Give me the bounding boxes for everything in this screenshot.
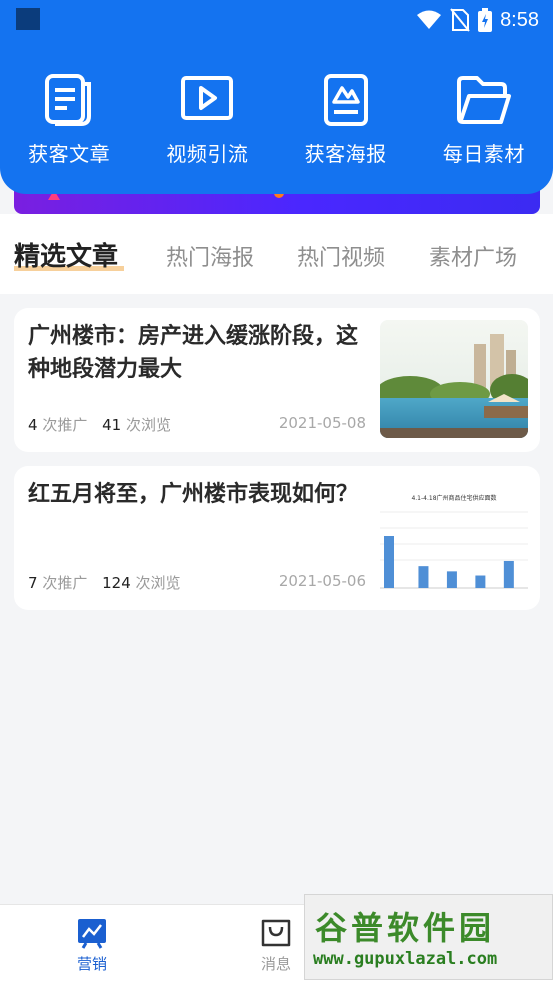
quick-action-materials[interactable]: 每日素材 <box>415 70 553 167</box>
quick-action-label: 视频引流 <box>166 142 249 166</box>
video-play-icon <box>177 70 237 130</box>
thumbnail-chart-bar <box>475 575 486 588</box>
notification-icon <box>16 8 40 30</box>
tab-hot-posters[interactable]: 热门海报 <box>166 240 254 272</box>
content-tabs: 精选文章 热门海报 热门视频 素材广场 <box>0 214 553 294</box>
watermark: 谷普软件园 www.gupuxlazal.com <box>304 894 553 980</box>
quick-actions: 获客文章 视频引流 获客海报 每日素材 <box>0 70 553 167</box>
article-title: 红五月将至，广州楼市表现如何？ <box>28 482 359 507</box>
status-icons: 8:58 <box>416 7 539 33</box>
marketing-icon <box>78 919 106 949</box>
no-sim-icon <box>450 8 470 32</box>
tab-material-plaza[interactable]: 素材广场 <box>429 240 517 272</box>
document-icon <box>39 70 99 130</box>
article-stats: 7 次推广 124 次浏览 <box>28 572 181 593</box>
thumbnail-chart-bar <box>418 566 429 588</box>
view-label: 次浏览 <box>135 574 181 592</box>
shopping-bag-icon <box>261 919 291 947</box>
quick-action-video[interactable]: 视频引流 <box>138 70 276 167</box>
article-card[interactable]: 广州楼市：房产进入缓涨阶段，这种地段潜力最大 4 次推广 41 次浏览 2021… <box>14 308 540 452</box>
watermark-title: 谷普软件园 <box>315 909 496 947</box>
nav-label: 营销 <box>76 955 107 973</box>
article-date: 2021-05-06 <box>278 572 366 590</box>
battery-icon <box>478 8 493 32</box>
tab-hot-videos[interactable]: 热门视频 <box>297 240 385 272</box>
nav-marketing[interactable]: 营销 <box>47 917 137 974</box>
folder-icon <box>454 70 514 130</box>
article-stats: 4 次推广 41 次浏览 <box>28 414 171 435</box>
status-bar: 8:58 <box>0 0 553 40</box>
nav-label: 消息 <box>260 955 291 973</box>
quick-action-label: 获客文章 <box>28 142 111 166</box>
header: 8:58 获客文章 视频引流 获客海报 每日素材 <box>0 0 553 194</box>
quick-action-label: 每日素材 <box>442 142 525 166</box>
article-title: 广州楼市：房产进入缓涨阶段，这种地段潜力最大 <box>28 324 359 382</box>
promotion-label: 次推广 <box>42 574 88 592</box>
article-card[interactable]: 红五月将至，广州楼市表现如何？ 7 次推广 124 次浏览 2021-05-06… <box>14 466 540 610</box>
article-thumbnail <box>380 320 528 438</box>
view-count: 41 <box>102 416 122 434</box>
thumbnail-chart-title: 4.1-4.18广州商品住宅供应面数 <box>411 494 496 502</box>
quick-action-poster[interactable]: 获客海报 <box>277 70 415 167</box>
tab-featured-articles[interactable]: 精选文章 <box>14 236 118 273</box>
promotion-label: 次推广 <box>42 416 88 434</box>
view-label: 次浏览 <box>126 416 172 434</box>
thumbnail-chart-bar <box>384 536 394 588</box>
poster-icon <box>316 70 376 130</box>
status-time: 8:58 <box>500 8 539 31</box>
promotion-count: 7 <box>28 574 38 592</box>
article-date: 2021-05-08 <box>278 414 366 432</box>
view-count: 124 <box>102 574 131 592</box>
quick-action-label: 获客海报 <box>304 142 387 166</box>
thumbnail-chart-bar <box>503 560 514 588</box>
article-thumbnail: 4.1-4.18广州商品住宅供应面数 <box>380 478 528 596</box>
wifi-icon <box>417 10 442 29</box>
watermark-url: www.gupuxlazal.com <box>313 949 498 969</box>
thumbnail-chart-bar <box>446 571 457 588</box>
quick-action-articles[interactable]: 获客文章 <box>0 70 138 167</box>
promotion-count: 4 <box>28 416 38 434</box>
